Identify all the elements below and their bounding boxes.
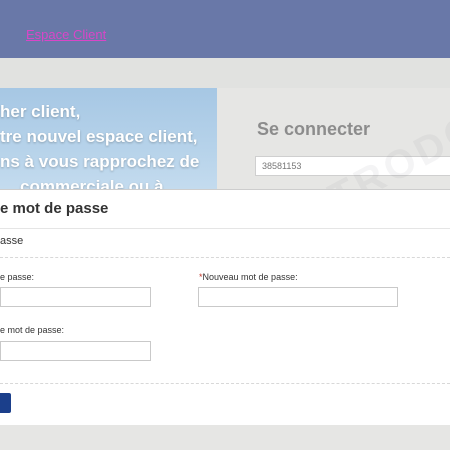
- login-panel: Se connecter 38581153: [217, 88, 450, 193]
- sub-header-bar: [0, 58, 450, 88]
- change-password-modal: e mot de passe asse e passe: *Nouveau mo…: [0, 189, 450, 426]
- modal-title: e mot de passe: [0, 200, 109, 217]
- username-input[interactable]: 38581153: [255, 156, 450, 176]
- section-divider: [0, 257, 450, 258]
- welcome-line-3: ns à vous rapprochez de: [0, 152, 200, 171]
- confirm-password-label: e mot de passe:: [0, 325, 65, 335]
- welcome-line-2: tre nouvel espace client,: [0, 127, 198, 146]
- welcome-banner: her client, tre nouvel espace client, ns…: [0, 88, 217, 193]
- footer-divider: [0, 383, 450, 384]
- modal-header-divider: [0, 228, 450, 229]
- confirm-password-input[interactable]: [0, 341, 151, 361]
- login-title: Se connecter: [257, 119, 371, 139]
- page-footer-strip: [0, 425, 450, 450]
- old-password-label: e passe:: [0, 272, 35, 282]
- top-navigation-bar: Espace Client: [0, 0, 450, 58]
- new-password-input[interactable]: [198, 287, 398, 307]
- section-label: asse: [0, 235, 24, 247]
- submit-button[interactable]: [0, 393, 11, 413]
- espace-client-link[interactable]: Espace Client: [26, 27, 106, 42]
- new-password-label-text: Nouveau mot de passe:: [202, 272, 298, 282]
- welcome-line-1: her client,: [0, 102, 81, 121]
- new-password-label: *Nouveau mot de passe:: [199, 272, 298, 282]
- old-password-input[interactable]: [0, 287, 151, 307]
